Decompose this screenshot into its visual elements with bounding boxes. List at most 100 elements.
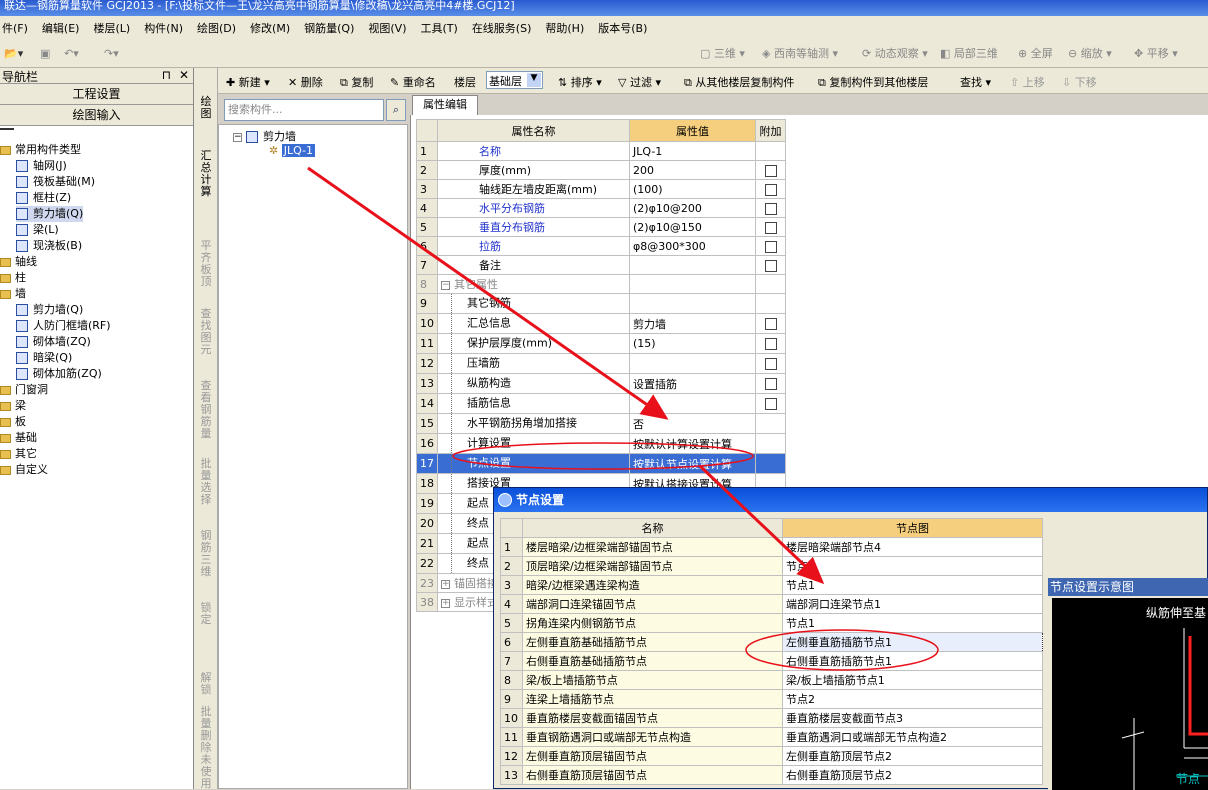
node-value-cell[interactable]: 节点2 <box>782 689 1043 709</box>
nav-tree-folder[interactable]: 轴线 <box>0 254 37 270</box>
node-row[interactable]: 9 连梁上墙插筋节点 节点2 <box>500 689 1043 709</box>
close-icon[interactable]: ✕ <box>179 68 189 82</box>
nav-tree-item[interactable]: 现浇板(B) <box>16 238 82 254</box>
node-row[interactable]: 8 梁/板上墙插筋节点 梁/板上墙插筋节点1 <box>500 670 1043 690</box>
pin-icon[interactable]: ⊓ <box>162 68 171 82</box>
nav-tree-folder[interactable]: 板 <box>0 414 26 430</box>
property-value-cell[interactable] <box>629 255 756 275</box>
local-3d-button[interactable]: ◧ 局部三维 <box>940 45 998 63</box>
property-value-cell[interactable]: 按默认节点设置计算 <box>629 453 756 474</box>
node-row[interactable]: 11 垂直钢筋遇洞口或端部无节点构造 垂直筋遇洞口或端部无节点构造2 <box>500 727 1043 747</box>
property-value-cell[interactable]: JLQ-1 <box>629 141 756 161</box>
node-value-cell[interactable]: 左侧垂直筋插筋节点1 <box>782 632 1043 652</box>
menu-item[interactable]: 修改(M) <box>250 20 290 36</box>
property-row[interactable]: 12 压墙筋 <box>416 353 786 374</box>
node-value-cell[interactable]: 节点1 <box>782 556 1043 576</box>
vertical-tool-button[interactable]: 批量删除未使用 <box>198 706 214 790</box>
tab-property-edit[interactable]: 属性编辑 <box>412 95 478 115</box>
nav-tree-item[interactable]: 框柱(Z) <box>16 190 71 206</box>
menu-item[interactable]: 版本号(B) <box>598 20 647 36</box>
copy-button[interactable]: ⧉ 复制 <box>340 74 373 90</box>
search-input[interactable]: 搜索构件... <box>224 99 384 121</box>
redo-icon[interactable]: ↷▾ <box>104 45 119 63</box>
extra-checkbox[interactable] <box>764 240 777 253</box>
collapse-icon[interactable]: − <box>233 132 242 142</box>
filter-button[interactable]: ▽ 过滤 ▾ <box>618 74 661 90</box>
node-row[interactable]: 4 端部洞口连梁锚固节点 端部洞口连梁节点1 <box>500 594 1043 614</box>
nav-tree-item[interactable]: 轴网(J) <box>16 158 67 174</box>
menu-item[interactable]: 楼层(L) <box>93 20 130 36</box>
tree-item-jlq1[interactable]: ✲ JLQ-1 <box>269 144 316 157</box>
property-value-cell[interactable] <box>629 293 756 314</box>
expand-icon[interactable]: + <box>441 579 450 589</box>
node-row[interactable]: 10 垂直筋楼层变截面锚固节点 垂直筋楼层变截面节点3 <box>500 708 1043 728</box>
property-row[interactable]: 5 垂直分布钢筋 (2)φ10@150 <box>416 217 786 237</box>
property-value-cell[interactable]: 剪力墙 <box>629 313 756 334</box>
zoom-button[interactable]: ⊖ 缩放 ▾ <box>1068 45 1112 63</box>
property-value-cell[interactable]: 设置插筋 <box>629 373 756 394</box>
property-row[interactable]: 13 纵筋构造 设置插筋 <box>416 373 786 394</box>
property-row[interactable]: 9 其它钢筋 <box>416 293 786 314</box>
extra-checkbox[interactable] <box>764 183 777 196</box>
drawing-input-button[interactable]: 绘图输入 <box>0 105 193 126</box>
node-row[interactable]: 13 右侧垂直筋顶层锚固节点 右侧垂直筋顶层节点2 <box>500 765 1043 785</box>
property-value-cell[interactable]: 按默认计算设置计算 <box>629 433 756 454</box>
fullscreen-button[interactable]: ⊕ 全屏 <box>1018 45 1053 63</box>
nav-tree-item[interactable]: 砌体加筋(ZQ) <box>16 366 102 382</box>
property-row[interactable]: 1 名称 JLQ-1 <box>416 141 786 161</box>
property-row[interactable]: 7 备注 <box>416 255 786 275</box>
nav-tree-item[interactable]: 砌体墙(ZQ) <box>16 334 91 350</box>
node-value-cell[interactable]: 垂直筋楼层变截面节点3 <box>782 708 1043 728</box>
delete-button[interactable]: ✕ 删除 <box>288 74 323 90</box>
vertical-tool-button[interactable]: 平齐板顶 <box>198 240 214 288</box>
property-value-cell[interactable] <box>629 274 756 294</box>
menu-item[interactable]: 件(F) <box>2 20 28 36</box>
chevron-down-icon[interactable]: ▼ <box>527 73 541 87</box>
vertical-tool-button[interactable]: 查看钢筋量 <box>198 380 214 440</box>
property-value-cell[interactable]: 200 <box>629 160 756 180</box>
tree-root[interactable]: − 剪力墙 <box>233 128 296 144</box>
search-icon[interactable]: ⌕ <box>386 99 406 121</box>
property-row[interactable]: 11 保护层厚度(mm) (15) <box>416 333 786 354</box>
node-value-cell[interactable]: 左侧垂直筋顶层节点2 <box>782 746 1043 766</box>
property-row[interactable]: 17 节点设置 按默认节点设置计算 <box>416 453 786 474</box>
node-row[interactable]: 3 暗梁/边框梁遇连梁构造 节点1 <box>500 575 1043 595</box>
extra-checkbox[interactable] <box>764 318 777 330</box>
node-value-cell[interactable]: 右侧垂直筋插筋节点1 <box>782 651 1043 671</box>
property-row[interactable]: 16 计算设置 按默认计算设置计算 <box>416 433 786 454</box>
node-value-cell[interactable]: 梁/板上墙插筋节点1 <box>782 670 1043 690</box>
save-icon[interactable]: ▣ <box>40 45 50 63</box>
find-button[interactable]: 查找 ▾ <box>960 74 991 90</box>
node-value-cell[interactable]: 节点1 <box>782 613 1043 633</box>
project-settings-button[interactable]: 工程设置 <box>0 84 193 105</box>
property-row[interactable]: 4 水平分布钢筋 (2)φ10@200 <box>416 198 786 218</box>
node-row[interactable]: 7 右侧垂直筋基础插筋节点 右侧垂直筋插筋节点1 <box>500 651 1043 671</box>
nav-tree-item[interactable]: 暗梁(Q) <box>16 350 72 366</box>
nav-tree-item[interactable]: 剪力墙(Q) <box>16 302 83 318</box>
nav-tree-folder[interactable]: 门窗洞 <box>0 382 48 398</box>
three-d-button[interactable]: ▢ 三维 ▾ <box>700 45 745 63</box>
node-value-cell[interactable]: 端部洞口连梁节点1 <box>782 594 1043 614</box>
node-row[interactable]: 1 楼层暗梁/边框梁端部锚固节点 楼层暗梁端部节点4 <box>500 537 1043 557</box>
extra-checkbox[interactable] <box>764 202 777 215</box>
view-select[interactable]: ◈ 西南等轴测 ▾ <box>762 45 838 63</box>
vertical-tool-button[interactable]: 锁定 <box>198 602 214 626</box>
node-value-cell[interactable]: 节点1 <box>782 575 1043 595</box>
menu-item[interactable]: 在线服务(S) <box>472 20 532 36</box>
vertical-tool-button[interactable]: 汇总计算 <box>198 150 214 198</box>
nav-tree-folder[interactable]: 其它 <box>0 446 37 462</box>
property-value-cell[interactable]: (100) <box>629 179 756 199</box>
copy-from-floor-button[interactable]: ⧉ 从其他楼层复制构件 <box>684 74 794 90</box>
extra-checkbox[interactable] <box>764 221 777 234</box>
vertical-tool-button[interactable]: 绘图 <box>198 96 214 120</box>
nav-tree-item[interactable]: 剪力墙(Q) <box>16 206 84 222</box>
property-value-cell[interactable] <box>629 353 756 374</box>
vertical-tool-button[interactable]: 批量选择 <box>198 458 214 506</box>
vertical-tool-button[interactable]: 钢筋三维 <box>198 530 214 578</box>
new-button[interactable]: ✚ 新建 ▾ <box>226 74 270 90</box>
node-row[interactable]: 2 顶层暗梁/边框梁端部锚固节点 节点1 <box>500 556 1043 576</box>
extra-checkbox[interactable] <box>764 164 777 177</box>
menu-item[interactable]: 钢筋量(Q) <box>304 20 354 36</box>
property-row[interactable]: 15 水平钢筋拐角增加搭接 否 <box>416 413 786 434</box>
node-value-cell[interactable]: 右侧垂直筋顶层节点2 <box>782 765 1043 785</box>
